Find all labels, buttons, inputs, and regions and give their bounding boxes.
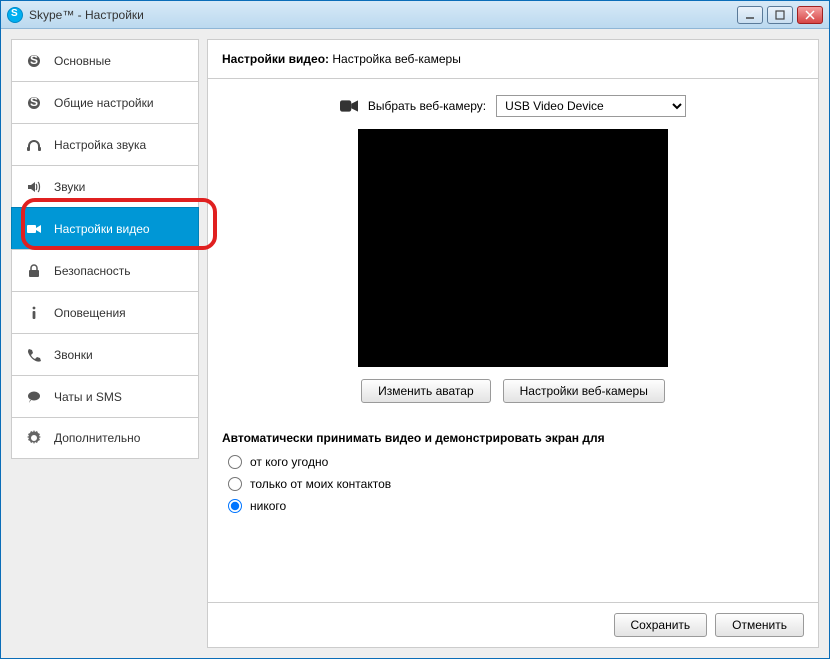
camera-select-row: Выбрать веб-камеру: USB Video Device bbox=[340, 95, 686, 117]
svg-text:S: S bbox=[30, 53, 38, 67]
headset-icon bbox=[26, 137, 42, 153]
info-icon bbox=[26, 305, 42, 321]
lock-icon bbox=[26, 263, 42, 279]
cancel-button[interactable]: Отменить bbox=[715, 613, 804, 637]
radio-anyone[interactable]: от кого угодно bbox=[228, 455, 804, 469]
sidebar-item-notifications[interactable]: Оповещения bbox=[11, 291, 199, 333]
auto-accept-title: Автоматически принимать видео и демонстр… bbox=[222, 431, 804, 445]
header-title: Настройки видео: bbox=[222, 52, 329, 66]
skype-icon: S bbox=[26, 53, 42, 69]
window-buttons bbox=[737, 6, 823, 24]
sidebar-item-label: Оповещения bbox=[54, 306, 126, 320]
preview-buttons: Изменить аватар Настройки веб-камеры bbox=[361, 379, 665, 403]
sidebar-item-security[interactable]: Безопасность bbox=[11, 249, 199, 291]
radio-none-input[interactable] bbox=[228, 499, 242, 513]
svg-text:S: S bbox=[30, 95, 38, 109]
sidebar-item-chats[interactable]: Чаты и SMS bbox=[11, 375, 199, 417]
sidebar: S Основные S Общие настройки Настройка з… bbox=[11, 39, 199, 648]
sidebar-item-label: Чаты и SMS bbox=[54, 390, 122, 404]
maximize-button[interactable] bbox=[767, 6, 793, 24]
close-button[interactable] bbox=[797, 6, 823, 24]
sidebar-item-sounds[interactable]: Звуки bbox=[11, 165, 199, 207]
webcam-settings-button[interactable]: Настройки веб-камеры bbox=[503, 379, 665, 403]
camera-select-label: Выбрать веб-камеру: bbox=[368, 99, 486, 113]
radio-label: только от моих контактов bbox=[250, 477, 391, 491]
panel-header: Настройки видео: Настройка веб-камеры bbox=[208, 40, 818, 79]
gear-icon bbox=[26, 430, 42, 446]
auto-accept-section: Автоматически принимать видео и демонстр… bbox=[222, 431, 804, 521]
minimize-button[interactable] bbox=[737, 6, 763, 24]
main-panel: Настройки видео: Настройка веб-камеры Вы… bbox=[207, 39, 819, 648]
sidebar-item-label: Настройки видео bbox=[54, 222, 150, 236]
speaker-icon bbox=[26, 179, 42, 195]
sidebar-item-label: Звонки bbox=[54, 348, 93, 362]
skype-icon: S bbox=[26, 95, 42, 111]
window-title: Skype™ - Настройки bbox=[29, 8, 144, 22]
phone-icon bbox=[26, 347, 42, 363]
skype-logo-icon bbox=[7, 7, 23, 23]
radio-label: от кого угодно bbox=[250, 455, 328, 469]
sidebar-item-sound-settings[interactable]: Настройка звука bbox=[11, 123, 199, 165]
sidebar-item-label: Дополнительно bbox=[54, 431, 140, 445]
radio-none[interactable]: никого bbox=[228, 499, 804, 513]
change-avatar-button[interactable]: Изменить аватар bbox=[361, 379, 491, 403]
sidebar-item-advanced[interactable]: Дополнительно bbox=[11, 417, 199, 459]
sidebar-item-video[interactable]: Настройки видео bbox=[11, 207, 199, 249]
camera-select[interactable]: USB Video Device bbox=[496, 95, 686, 117]
camera-icon bbox=[26, 221, 42, 237]
camera-preview bbox=[358, 129, 668, 367]
sidebar-item-label: Безопасность bbox=[54, 264, 131, 278]
content: Выбрать веб-камеру: USB Video Device Изм… bbox=[208, 79, 818, 602]
sidebar-item-label: Настройка звука bbox=[54, 138, 146, 152]
sidebar-item-common[interactable]: S Общие настройки bbox=[11, 81, 199, 123]
radio-anyone-input[interactable] bbox=[228, 455, 242, 469]
radio-contacts-input[interactable] bbox=[228, 477, 242, 491]
sidebar-item-label: Основные bbox=[54, 54, 111, 68]
titlebar[interactable]: Skype™ - Настройки bbox=[1, 1, 829, 29]
footer: Сохранить Отменить bbox=[208, 602, 818, 647]
sidebar-item-label: Звуки bbox=[54, 180, 85, 194]
settings-window: Skype™ - Настройки S Основные S Общие на… bbox=[0, 0, 830, 659]
sidebar-item-calls[interactable]: Звонки bbox=[11, 333, 199, 375]
sidebar-item-general[interactable]: S Основные bbox=[11, 39, 199, 81]
body: S Основные S Общие настройки Настройка з… bbox=[1, 29, 829, 658]
sidebar-item-label: Общие настройки bbox=[54, 96, 154, 110]
camera-icon bbox=[340, 99, 358, 113]
radio-contacts[interactable]: только от моих контактов bbox=[228, 477, 804, 491]
header-subtitle: Настройка веб-камеры bbox=[332, 52, 460, 66]
chat-icon bbox=[26, 389, 42, 405]
save-button[interactable]: Сохранить bbox=[614, 613, 708, 637]
radio-label: никого bbox=[250, 499, 286, 513]
